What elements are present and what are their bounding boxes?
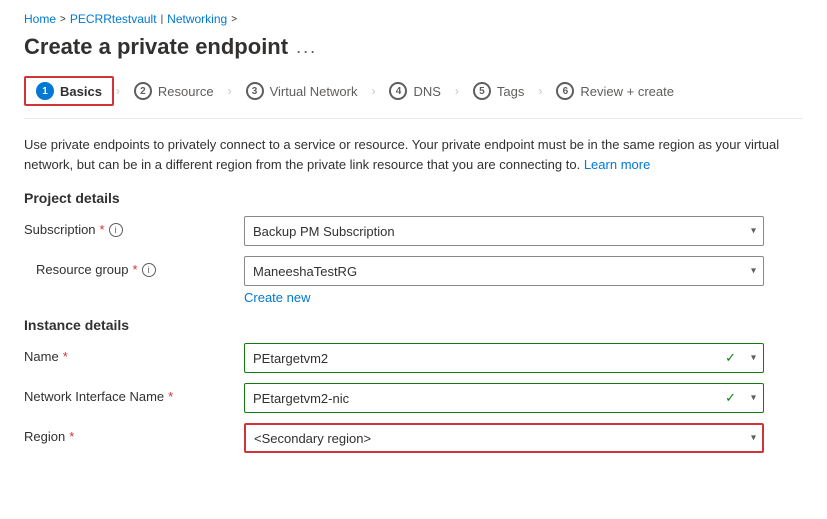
wizard-step-tags[interactable]: 5 Tags [461,76,536,106]
wizard-steps: 1 Basics › 2 Resource › 3 Virtual Networ… [24,76,803,119]
subscription-row: Subscription * i Backup PM Subscription … [24,216,803,246]
subscription-label: Subscription [24,222,96,237]
resource-group-select[interactable]: ManeeshaTestRG [244,256,764,286]
breadcrumb-sep1: > [60,14,66,25]
breadcrumb-sep2: | [161,14,164,25]
resource-group-label: Resource group [36,262,129,277]
region-required: * [69,429,74,444]
region-row: Region * <Secondary region> ▾ [24,423,803,453]
region-label: Region [24,429,65,444]
step-label-resource: Resource [158,84,214,99]
step-circle-resource: 2 [134,82,152,100]
region-select-wrapper: <Secondary region> ▾ [244,423,764,453]
subscription-required: * [100,222,105,237]
breadcrumb-sep3: > [231,14,237,25]
nic-label: Network Interface Name [24,389,164,404]
info-text: Use private endpoints to privately conne… [24,135,784,174]
project-details-header: Project details [24,190,803,206]
step-sep-2: › [228,84,232,98]
nic-select-wrapper: PEtargetvm2-nic ✓ ▾ [244,383,764,413]
name-label: Name [24,349,59,364]
step-circle-vnet: 3 [246,82,264,100]
breadcrumb: Home > PECRRtestvault | Networking > [24,12,803,26]
step-sep-1: › [116,84,120,98]
breadcrumb-section[interactable]: Networking [167,12,227,26]
step-label-dns: DNS [413,84,440,99]
page-title: Create a private endpoint [24,34,288,60]
subscription-control: Backup PM Subscription ▾ [244,216,803,246]
subscription-select[interactable]: Backup PM Subscription [244,216,764,246]
resource-group-control: ManeeshaTestRG ▾ Create new [244,256,803,305]
name-select-wrapper: PEtargetvm2 ✓ ▾ [244,343,764,373]
nic-control: PEtargetvm2-nic ✓ ▾ [244,383,803,413]
step-circle-basics: 1 [36,82,54,100]
wizard-step-review[interactable]: 6 Review + create [544,76,686,106]
nic-row: Network Interface Name * PEtargetvm2-nic… [24,383,803,413]
resource-group-required: * [133,262,138,277]
step-label-review: Review + create [580,84,674,99]
step-sep-3: › [371,84,375,98]
region-select[interactable]: <Secondary region> [244,423,764,453]
step-label-tags: Tags [497,84,524,99]
name-required: * [63,349,68,364]
step-label-basics: Basics [60,84,102,99]
region-control: <Secondary region> ▾ [244,423,803,453]
resource-group-select-wrapper: ManeeshaTestRG ▾ [244,256,764,286]
wizard-step-dns[interactable]: 4 DNS [377,76,452,106]
instance-details-header: Instance details [24,317,803,333]
project-details-section: Project details Subscription * i Backup … [24,190,803,305]
step-label-vnet: Virtual Network [270,84,358,99]
step-circle-review: 6 [556,82,574,100]
create-new-link[interactable]: Create new [244,290,310,305]
learn-more-link[interactable]: Learn more [584,157,650,172]
step-sep-4: › [455,84,459,98]
name-control: PEtargetvm2 ✓ ▾ [244,343,803,373]
subscription-select-wrapper: Backup PM Subscription ▾ [244,216,764,246]
subscription-info-icon[interactable]: i [109,223,123,237]
resource-group-info-icon[interactable]: i [142,263,156,277]
breadcrumb-vault[interactable]: PECRRtestvault [70,12,157,26]
nic-select[interactable]: PEtargetvm2-nic [244,383,764,413]
nic-required: * [168,389,173,404]
name-select[interactable]: PEtargetvm2 [244,343,764,373]
step-circle-tags: 5 [473,82,491,100]
breadcrumb-home[interactable]: Home [24,12,56,26]
title-more-options[interactable]: ... [296,37,317,58]
wizard-step-vnet[interactable]: 3 Virtual Network [234,76,370,106]
wizard-step-resource[interactable]: 2 Resource [122,76,226,106]
name-row: Name * PEtargetvm2 ✓ ▾ [24,343,803,373]
page-title-row: Create a private endpoint ... [24,34,803,60]
wizard-step-basics[interactable]: 1 Basics [24,76,114,106]
instance-details-section: Instance details Name * PEtargetvm2 ✓ ▾ … [24,317,803,453]
step-sep-5: › [538,84,542,98]
step-circle-dns: 4 [389,82,407,100]
